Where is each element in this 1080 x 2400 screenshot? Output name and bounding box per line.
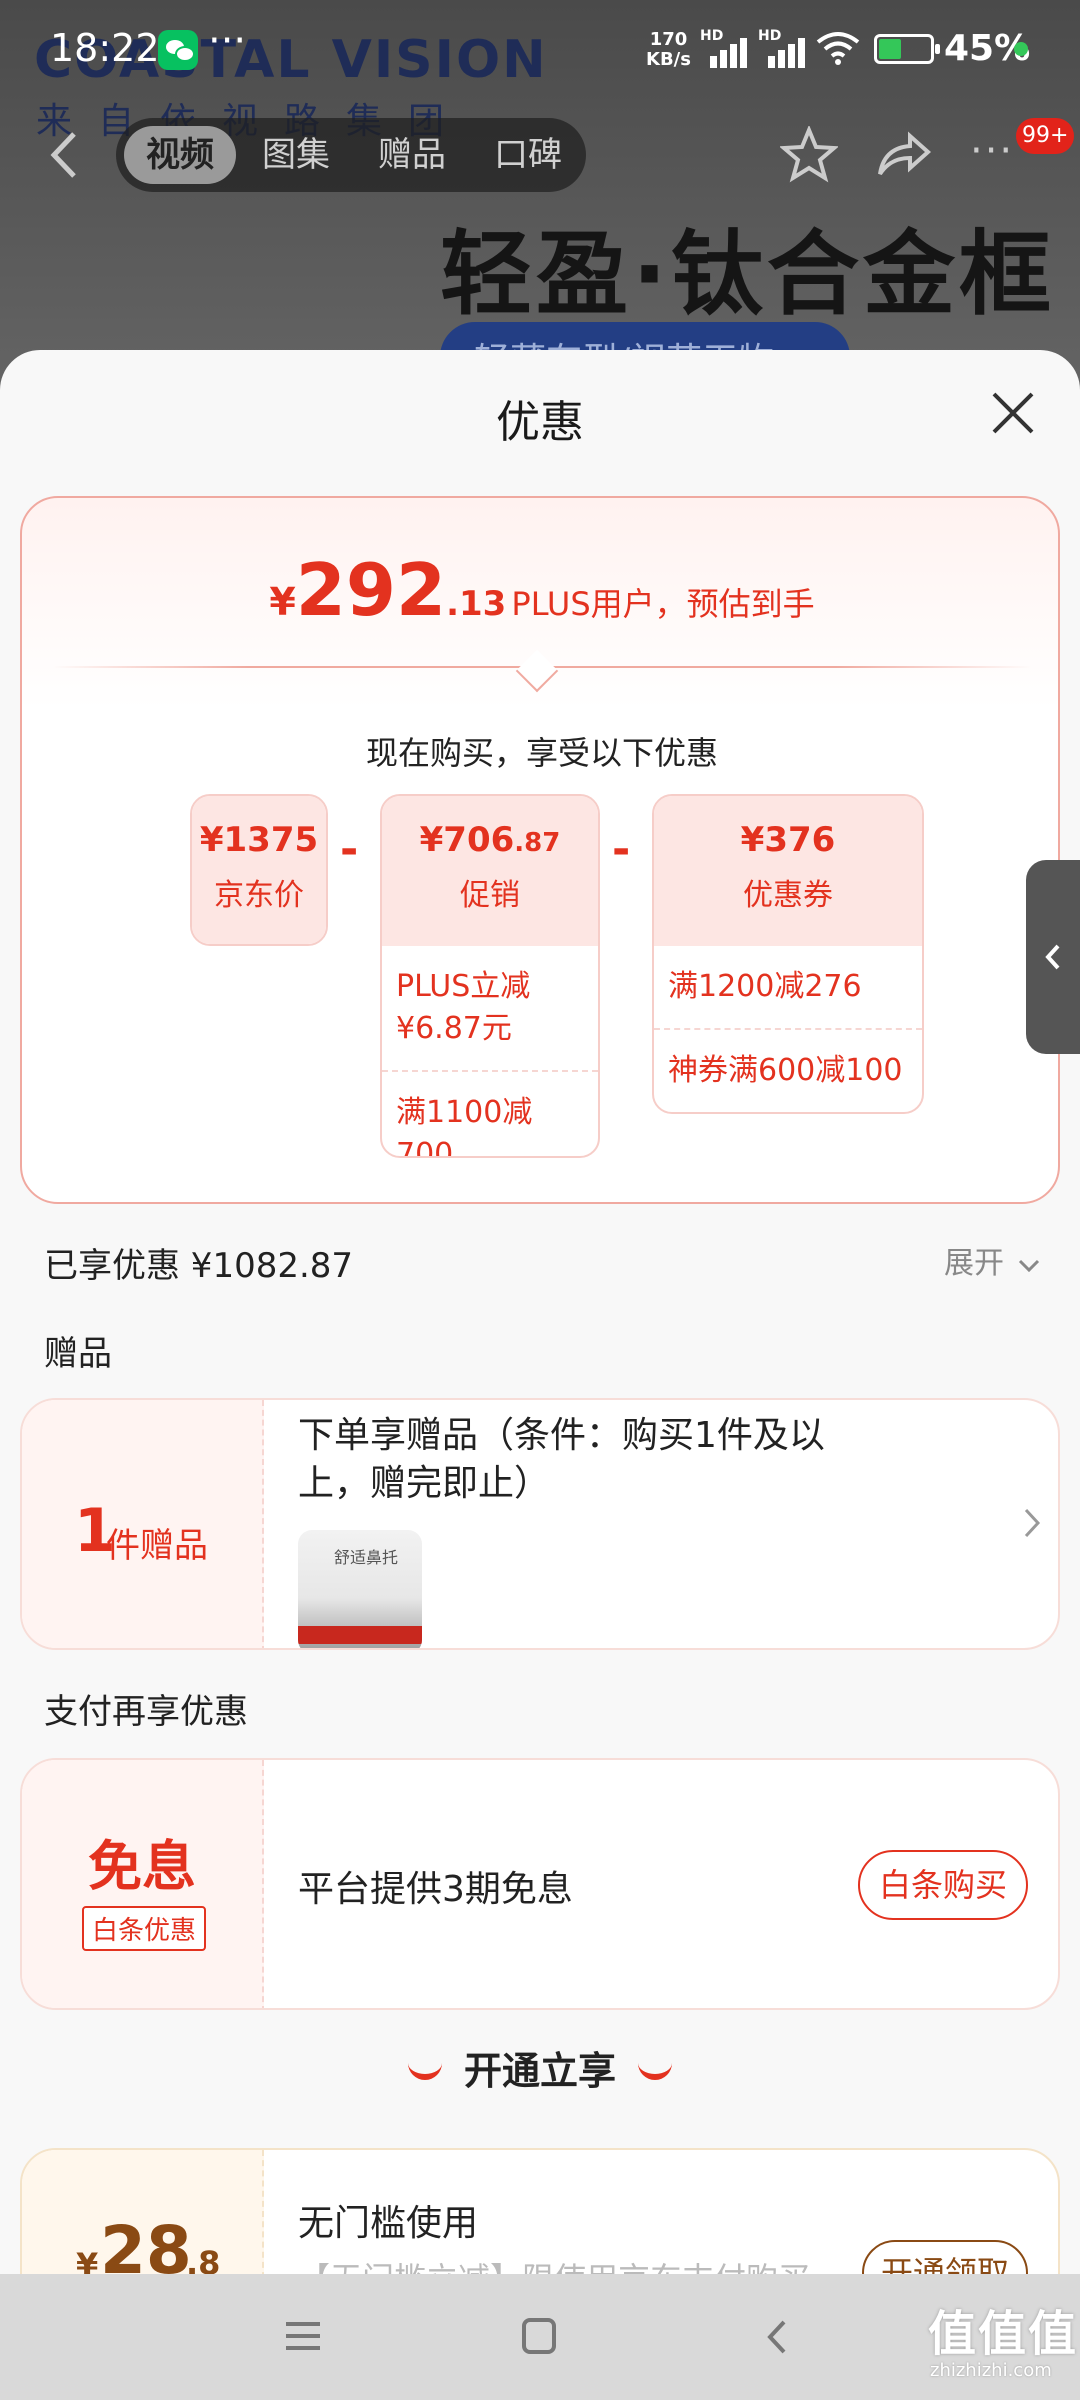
tab-gifts[interactable]: 赠品 bbox=[356, 126, 468, 184]
promotion-line-plus: PLUS立减 ¥6.87元 bbox=[396, 969, 531, 1046]
more-notifications-icon: ··· bbox=[208, 18, 247, 64]
coupon-line-2: 神券满600减100 bbox=[654, 1028, 922, 1112]
minus-sign: - bbox=[612, 824, 631, 875]
gift-description: 下单享赠品（条件：购买1件及以上，赠完即止） bbox=[298, 1415, 825, 1504]
net-speed: 170 KB/s bbox=[646, 30, 691, 70]
product-headline: 轻盈·钛合金框 bbox=[440, 221, 1055, 328]
baitiao-tag: 白条优惠 bbox=[82, 1906, 207, 1951]
promotion-box: ¥706.87 促销 PLUS立减 ¥6.87元 满1100减700 bbox=[380, 794, 600, 1158]
gift-count-unit: 件赠品 bbox=[106, 1526, 208, 1566]
promotion-head: ¥706.87 促销 bbox=[382, 796, 598, 946]
price-currency: ¥ bbox=[269, 580, 296, 624]
jd-price-head: ¥1375 京东价 bbox=[192, 796, 326, 944]
promotion-label: 促销 bbox=[460, 878, 520, 913]
gift-section-label: 赠品 bbox=[44, 1334, 112, 1374]
net-speed-unit: KB/s bbox=[646, 49, 691, 70]
chevron-down-icon bbox=[1018, 1259, 1039, 1273]
media-tabs: 视频 图集 赠品 口碑 bbox=[116, 118, 586, 192]
signal-hd-label-2: HD bbox=[758, 28, 782, 44]
sheet-title: 优惠 bbox=[496, 397, 584, 448]
gift-thumbnail: 舒适鼻托 bbox=[298, 1530, 422, 1648]
coupon-head: ¥376 优惠券 bbox=[654, 796, 922, 946]
coupon-box: ¥376 优惠券 满1200减276 神券满600减100 bbox=[652, 794, 924, 1114]
buy-now-text: 现在购买，享受以下优惠 bbox=[365, 734, 718, 772]
charging-dot-icon bbox=[1014, 42, 1028, 56]
signal-icon: HD bbox=[700, 28, 756, 68]
tab-video[interactable]: 视频 bbox=[124, 126, 236, 184]
home-icon[interactable] bbox=[522, 2318, 556, 2354]
discount-sheet: 优惠 ¥292.13 PLUS用户，预估到手 现在购买，享受以下优惠 ¥1375… bbox=[0, 350, 1080, 2400]
jd-price-box: ¥1375 京东价 bbox=[190, 794, 328, 946]
battery-icon bbox=[874, 34, 940, 64]
system-navigation-bar: 值值值 zhizhizhi.com bbox=[0, 2274, 1080, 2400]
enjoyed-discount-total: 已享优惠 ¥1082.87 bbox=[44, 1246, 354, 1286]
system-back-icon[interactable] bbox=[764, 2318, 788, 2356]
recent-apps-icon[interactable] bbox=[286, 2322, 320, 2350]
estimated-price: ¥292.13 PLUS用户，预估到手 bbox=[22, 548, 1062, 632]
interest-free-panel: 免息 白条优惠 bbox=[22, 1760, 264, 2008]
wechat-icon bbox=[158, 30, 198, 70]
jd-price-value: ¥1375 bbox=[199, 820, 319, 860]
gift-thumbnail-strip bbox=[298, 1626, 422, 1644]
price-decimal: .13 bbox=[446, 584, 507, 624]
interest-free-label: 免息 bbox=[88, 1835, 196, 1898]
message-badge: 99+ bbox=[1016, 118, 1075, 154]
favorite-star-icon[interactable] bbox=[780, 126, 838, 184]
price-integer: 292 bbox=[295, 548, 447, 632]
price-note: PLUS用户，预估到手 bbox=[511, 585, 815, 623]
open-membership-title: 开通立享 bbox=[463, 2049, 616, 2093]
interest-free-desc: 平台提供3期免息 bbox=[298, 1869, 573, 1910]
coupon-label: 优惠券 bbox=[743, 878, 833, 913]
interest-free-card: 免息 白条优惠 平台提供3期免息 白条购买 bbox=[20, 1758, 1060, 2010]
coupon-value: ¥376 bbox=[740, 820, 836, 860]
watermark-url: zhizhizhi.com bbox=[930, 2360, 1052, 2381]
net-speed-value: 170 bbox=[649, 29, 688, 50]
signal-icon-2: HD bbox=[758, 28, 814, 68]
chevron-right-icon bbox=[1024, 1508, 1041, 1538]
gift-card[interactable]: 1 件赠品 下单享赠品（条件：购买1件及以上，赠完即止） 舒适鼻托 bbox=[20, 1398, 1060, 1650]
coupon-line-1: 满1200减276 bbox=[668, 969, 862, 1004]
gift-count-panel: 1 件赠品 bbox=[22, 1400, 264, 1648]
plus-coupon-title: 无门槛使用 bbox=[298, 2203, 479, 2244]
share-icon[interactable] bbox=[876, 130, 932, 180]
side-panel-handle[interactable] bbox=[1026, 860, 1080, 1054]
back-arrow-icon[interactable] bbox=[46, 130, 82, 180]
close-icon[interactable] bbox=[990, 390, 1036, 436]
chevron-left-icon bbox=[1045, 944, 1060, 970]
status-bar: 18:22 ··· 170 KB/s HD HD 45% bbox=[0, 0, 1080, 100]
wifi-icon bbox=[816, 32, 860, 65]
gift-thumbnail-title: 舒适鼻托 bbox=[334, 1548, 399, 1567]
jd-price-label: 京东价 bbox=[214, 878, 304, 913]
tab-reviews[interactable]: 口碑 bbox=[472, 126, 584, 184]
divider-arrow bbox=[515, 649, 559, 693]
signal-hd-label: HD bbox=[700, 28, 724, 44]
watermark-logo: 值值值 bbox=[928, 2306, 1079, 2362]
tab-gallery[interactable]: 图集 bbox=[240, 126, 352, 184]
minus-sign: - bbox=[340, 824, 359, 875]
promotion-value: ¥706.87 bbox=[419, 820, 561, 860]
expand-button[interactable]: 展开 bbox=[944, 1238, 1040, 1282]
promotion-line-full-reduction: 满1100减700 bbox=[382, 1070, 598, 1156]
baitiao-buy-button[interactable]: 白条购买 bbox=[858, 1850, 1028, 1920]
status-time: 18:22 bbox=[50, 26, 160, 70]
price-summary-card: ¥292.13 PLUS用户，预估到手 现在购买，享受以下优惠 ¥1375 京东… bbox=[20, 496, 1060, 1204]
pay-section-label: 支付再享优惠 bbox=[44, 1692, 248, 1732]
expand-label: 展开 bbox=[944, 1246, 1004, 1281]
